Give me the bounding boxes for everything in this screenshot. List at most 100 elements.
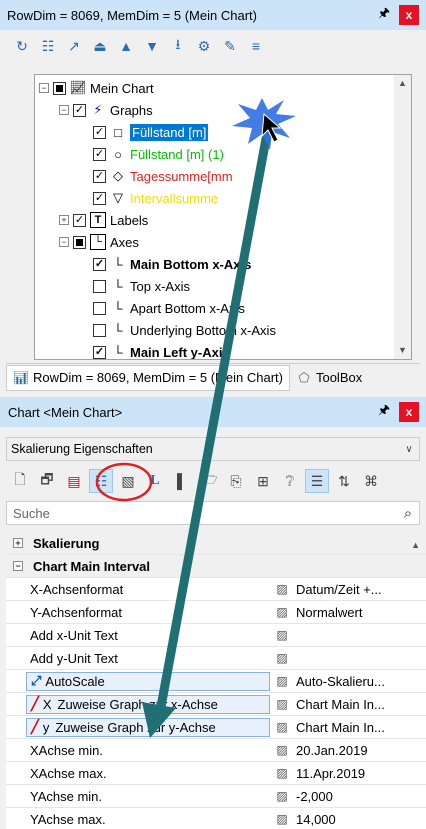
graph-icon[interactable]: ▤ <box>62 469 86 493</box>
grid-icon[interactable]: ⊞ <box>251 469 275 493</box>
edit-box-icon[interactable]: ▨ <box>270 697 294 711</box>
move-up-icon[interactable]: ▲ <box>116 36 136 56</box>
edit-box-icon[interactable]: ▨ <box>270 605 294 619</box>
checkbox[interactable]: ✓ <box>73 103 86 117</box>
pin-icon[interactable]: 🖈︎ <box>373 4 395 26</box>
label-icon[interactable]: L <box>143 469 167 493</box>
collapse-icon[interactable]: − <box>39 83 49 93</box>
tree-item-axes[interactable]: − └ Axes <box>59 231 139 253</box>
property-row[interactable]: ⤢ AutoScale ▨ Auto-Skalieru... <box>6 670 426 693</box>
assign-x-axis-button[interactable]: ╱ X Zuweise Graph zur x-Achse <box>26 694 270 714</box>
property-row[interactable]: YAchse min. ▨ -2,000 <box>6 785 426 808</box>
edit-box-icon[interactable]: ▨ <box>270 743 294 757</box>
property-value[interactable]: Auto-Skalieru... <box>294 674 426 689</box>
property-row[interactable]: ╱ X Zuweise Graph zur x-Achse ▨ Chart Ma… <box>6 693 426 716</box>
edit-icon[interactable]: ≡ <box>246 36 266 56</box>
open-icon[interactable]: 🗁︎ <box>197 469 221 493</box>
checkbox[interactable] <box>93 301 106 315</box>
search-input[interactable] <box>13 505 397 521</box>
property-row[interactable]: XAchse max. ▨ 11.Apr.2019 <box>6 762 426 785</box>
assign-y-axis-button[interactable]: ╱ y Zuweise Graph zur y-Achse <box>26 717 270 737</box>
property-row[interactable]: X-Achsenformat ▨ Datum/Zeit +... <box>6 578 426 601</box>
move-bottom-icon[interactable]: ⭳ <box>168 36 188 56</box>
close-button[interactable]: x <box>399 5 419 25</box>
property-row[interactable]: XAchse min. ▨ 20.Jan.2019 <box>6 739 426 762</box>
checkbox[interactable]: ✓ <box>73 213 86 227</box>
expand-icon[interactable]: + <box>13 538 23 548</box>
tab-rowdim[interactable]: 📊︎ RowDim = 8069, MemDim = 5 (Mein Chart… <box>6 364 290 391</box>
edit-box-icon[interactable]: ▨ <box>270 789 294 803</box>
tree-item-labels[interactable]: + ✓ T Labels <box>59 209 148 231</box>
move-down-icon[interactable]: ▼ <box>142 36 162 56</box>
property-row[interactable]: Y-Achsenformat ▨ Normalwert <box>6 601 426 624</box>
tree-item-graph-2[interactable]: ✓ ○ Füllstand [m] (1) <box>93 143 224 165</box>
property-row[interactable]: YAchse max. ▨ 14,000 <box>6 808 426 829</box>
checkbox[interactable] <box>73 235 86 249</box>
page-icon[interactable]: ▌ <box>170 469 194 493</box>
tree-item-axis-3[interactable]: └ Apart Bottom x-Axis <box>93 297 245 319</box>
expand-icon[interactable]: + <box>59 215 69 225</box>
search-field[interactable]: ⌕ <box>6 501 420 525</box>
autoscale-button[interactable]: ⤢ AutoScale <box>26 671 270 691</box>
categorized-icon[interactable]: ☰ <box>305 469 329 493</box>
checkbox[interactable] <box>93 279 106 293</box>
sort-az-icon[interactable]: ⇅ <box>332 469 356 493</box>
property-value[interactable]: Normalwert <box>294 605 426 620</box>
tree-item-mein-chart[interactable]: − 📈︎ Mein Chart <box>39 77 154 99</box>
checkbox[interactable]: ✓ <box>93 125 106 139</box>
property-value[interactable]: Chart Main In... <box>294 697 426 712</box>
property-value[interactable]: 11.Apr.2019 <box>294 766 426 781</box>
property-value[interactable]: -2,000 <box>294 789 426 804</box>
scaling-icon[interactable]: ☷ <box>89 469 113 493</box>
edit-box-icon[interactable]: ▨ <box>270 651 294 665</box>
table-icon[interactable]: ☷ <box>38 36 58 56</box>
axes-settings-icon[interactable]: ▧ <box>116 469 140 493</box>
edit-box-icon[interactable]: ▨ <box>270 812 294 826</box>
property-value[interactable]: 14,000 <box>294 812 426 827</box>
copy-icon[interactable]: ⎘ <box>224 469 248 493</box>
search-icon[interactable]: ⌕ <box>397 505 419 522</box>
pin-icon[interactable]: 🖈︎ <box>373 401 395 423</box>
tree-item-axis-4[interactable]: └ Underlying Bottom x-Axis <box>93 319 276 341</box>
edit-box-icon[interactable]: ▨ <box>270 720 294 734</box>
chart-settings-icon[interactable]: 🗗︎ <box>35 469 59 493</box>
checkbox[interactable]: ✓ <box>93 169 106 183</box>
checkbox[interactable] <box>93 323 106 337</box>
property-row[interactable]: Add y-Unit Text ▨ <box>6 647 426 670</box>
settings-icon[interactable]: ⚙ <box>194 36 214 56</box>
property-row[interactable]: ╱ y Zuweise Graph zur y-Achse ▨ Chart Ma… <box>6 716 426 739</box>
collapse-icon[interactable]: − <box>59 237 69 247</box>
edit-box-icon[interactable]: ▨ <box>270 628 294 642</box>
checkbox[interactable]: ✓ <box>93 345 106 359</box>
new-icon[interactable]: 🗋︎ <box>8 469 32 493</box>
close-button[interactable]: x <box>399 402 419 422</box>
rename-icon[interactable]: ✎ <box>220 36 240 56</box>
scroll-up-icon[interactable]: ▲ <box>411 540 420 550</box>
checkbox[interactable] <box>53 81 66 95</box>
checkbox[interactable]: ✓ <box>93 147 106 161</box>
edit-box-icon[interactable]: ▨ <box>270 674 294 688</box>
collapse-icon[interactable]: − <box>13 561 23 571</box>
property-row[interactable]: Add x-Unit Text ▨ <box>6 624 426 647</box>
properties-object-selector[interactable]: Skalierung Eigenschaften ∨ <box>6 437 420 461</box>
tree-item-graph-1[interactable]: ✓ □ Füllstand [m] <box>93 121 209 143</box>
tree-item-axis-2[interactable]: └ Top x-Axis <box>93 275 190 297</box>
checkbox[interactable]: ✓ <box>93 257 106 271</box>
chart-icon[interactable]: ↗ <box>64 36 84 56</box>
refresh-icon[interactable]: ↻ <box>12 36 32 56</box>
scroll-up-icon[interactable]: ▲ <box>394 75 411 92</box>
tree-scrollbar[interactable]: ▲ ▼ <box>394 75 411 359</box>
category-row[interactable]: − Chart Main Interval <box>6 555 426 578</box>
tree-item-graphs[interactable]: − ✓ ⚡︎ Graphs <box>59 99 153 121</box>
scroll-down-icon[interactable]: ▼ <box>394 342 411 359</box>
tab-toolbox[interactable]: ⬠ ToolBox <box>290 365 368 391</box>
collapse-icon[interactable]: − <box>59 105 69 115</box>
tree-item-axis-5[interactable]: ✓ └ Main Left y-Axis <box>93 341 230 359</box>
property-value[interactable]: 20.Jan.2019 <box>294 743 426 758</box>
tree-item-graph-4[interactable]: ✓ ▽ Intervallsumme <box>93 187 218 209</box>
chevron-down-icon[interactable]: ∨ <box>399 444 419 455</box>
edit-box-icon[interactable]: ▨ <box>270 582 294 596</box>
checkbox[interactable]: ✓ <box>93 191 106 205</box>
move-top-icon[interactable]: ⏏ <box>90 36 110 56</box>
properties-pages-icon[interactable]: ⌘ <box>359 469 383 493</box>
